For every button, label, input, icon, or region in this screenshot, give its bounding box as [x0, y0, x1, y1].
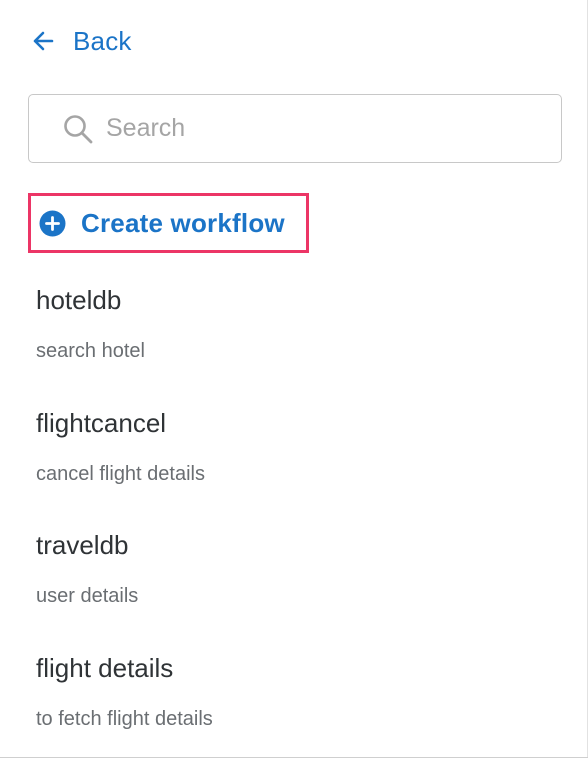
plus-circle-icon — [39, 210, 66, 237]
back-button[interactable]: Back — [32, 24, 132, 58]
create-workflow-label: Create workflow — [81, 207, 285, 238]
search-icon — [62, 113, 94, 145]
workflow-item-flightcancel[interactable]: flightcancel cancel flight details — [36, 408, 556, 508]
workflow-name: flightcancel — [36, 408, 167, 438]
workflow-item-traveldb[interactable]: traveldb user details — [36, 530, 556, 630]
workflow-description: to fetch flight details — [36, 708, 213, 730]
workflow-description: cancel flight details — [36, 463, 205, 485]
workflow-description: user details — [36, 585, 139, 607]
search-field[interactable] — [28, 94, 562, 163]
arrow-left-icon — [32, 30, 54, 52]
workflow-name: traveldb — [36, 530, 129, 560]
workflow-item-flight-details[interactable]: flight details to fetch flight details — [36, 653, 556, 753]
workflow-description: search hotel — [36, 340, 145, 362]
workflow-name: flight details — [36, 653, 174, 683]
search-input[interactable] — [106, 114, 526, 143]
back-label: Back — [73, 25, 132, 56]
create-workflow-button[interactable]: Create workflow — [28, 193, 309, 253]
workflow-panel: Back Create workflow hoteldb search hote… — [0, 0, 588, 758]
workflow-name: hoteldb — [36, 285, 122, 315]
workflow-item-hoteldb[interactable]: hoteldb search hotel — [36, 285, 556, 385]
